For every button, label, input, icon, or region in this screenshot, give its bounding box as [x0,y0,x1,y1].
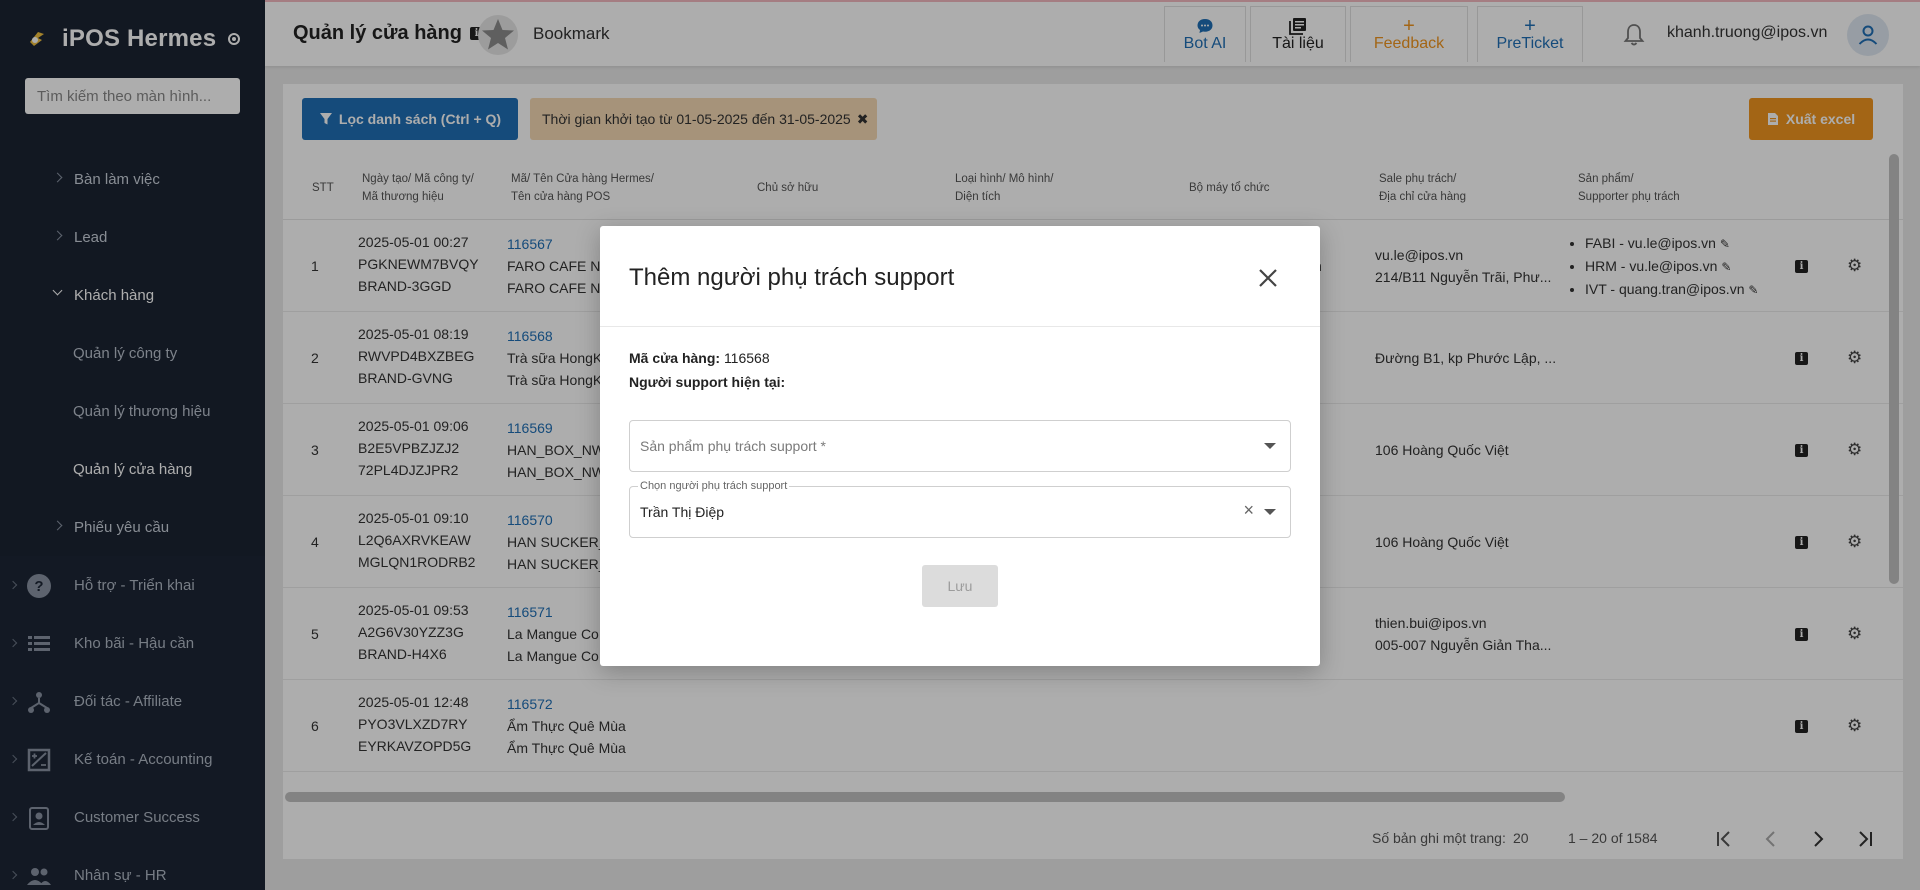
current-support-line: Người support hiện tại: [629,374,785,390]
close-icon[interactable] [1256,266,1280,290]
store-code-label: Mã cửa hàng: [629,350,721,366]
current-support-label: Người support hiện tại: [629,374,786,390]
dropdown-arrow-icon[interactable] [1264,509,1276,515]
store-code-line: Mã cửa hàng: 116568 [629,350,770,366]
dialog-title: Thêm người phụ trách support [629,264,955,291]
store-code-value: 116568 [723,350,770,366]
clear-icon[interactable]: × [1243,500,1254,521]
support-product-placeholder: Sản phẩm phụ trách support * [640,438,827,454]
save-button[interactable]: Lưu [922,565,998,607]
dialog-divider [600,326,1320,327]
support-person-select[interactable]: Chọn người phụ trách support Trần Thị Đi… [629,480,1291,538]
add-support-dialog: Thêm người phụ trách support Mã cửa hàng… [600,226,1320,666]
support-product-select[interactable]: Sản phẩm phụ trách support * [629,420,1291,472]
dropdown-arrow-icon[interactable] [1264,443,1276,449]
support-person-value: Trần Thị Điệp [640,504,725,520]
support-person-label: Chọn người phụ trách support [638,480,790,492]
